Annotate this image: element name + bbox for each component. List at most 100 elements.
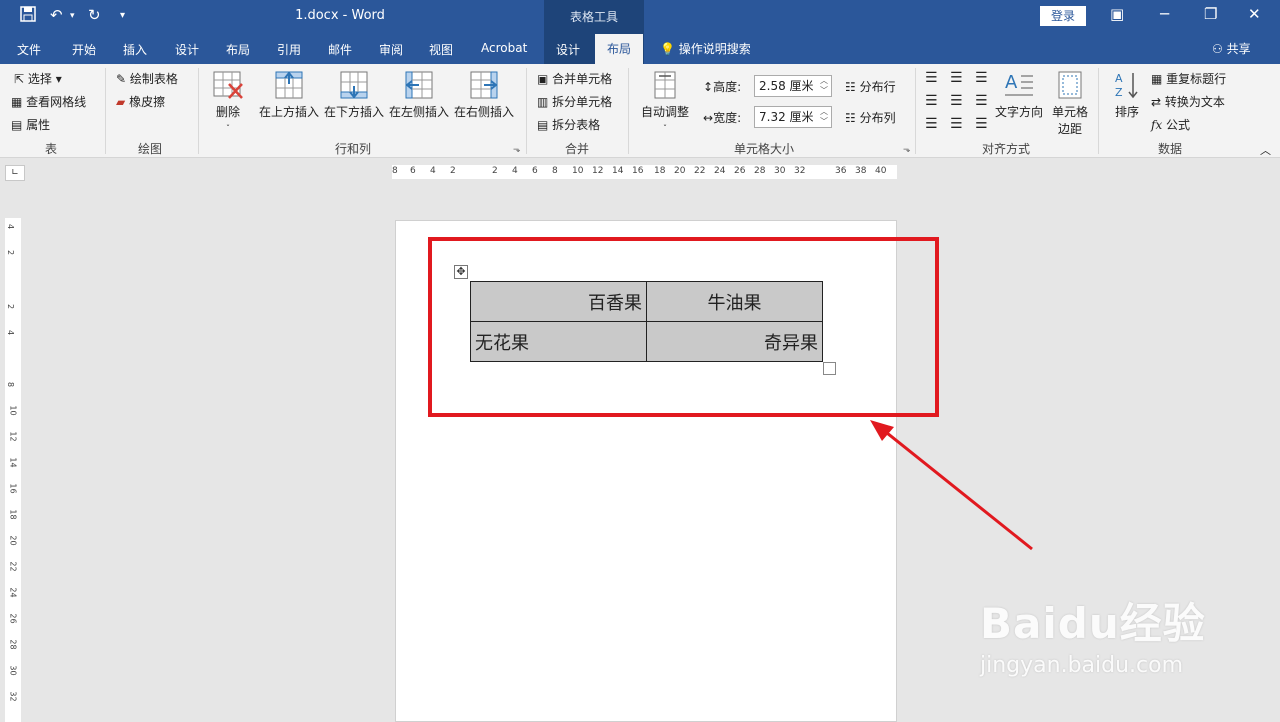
distribute-rows-button[interactable]: ☷ 分布行 <box>845 78 896 95</box>
ruler-tick-label: 40 <box>875 166 887 176</box>
chevron-down-icon: ˇ <box>663 124 667 133</box>
align-top-left-icon[interactable]: ☰ <box>925 70 938 86</box>
split-table-button[interactable]: ▤ 拆分表格 <box>537 116 600 133</box>
ruler-tick-label: 10 <box>572 166 584 176</box>
column-width-icon: ↔ <box>703 111 714 125</box>
ruler-tick-label: 8 <box>392 166 398 176</box>
split-cells-button[interactable]: ▥ 拆分单元格 <box>537 93 612 110</box>
tab-acrobat[interactable]: Acrobat <box>481 41 527 55</box>
align-bottom-right-icon[interactable]: ☰ <box>975 116 988 132</box>
cell-margins-button[interactable]: 单元格 边距 <box>1048 70 1092 137</box>
row-height-spinner[interactable]: 2.58 厘米 ︿ ﹀ <box>754 75 832 97</box>
repeat-header-icon: ▦ <box>1151 72 1163 86</box>
spinner-arrows-icon[interactable]: ︿ ﹀ <box>820 76 828 96</box>
horizontal-ruler[interactable]: 8 6 4 2 2 4 6 8 10 12 14 16 18 20 22 24 26 28 30 32 36 38 40 <box>392 165 897 179</box>
ruler-tick-label: 6 <box>410 166 416 176</box>
ruler-tick-label: 10 <box>8 405 18 416</box>
insert-left-icon <box>405 71 433 99</box>
sort-button[interactable]: AZ 排序 <box>1108 70 1146 120</box>
tab-home[interactable]: 开始 <box>72 41 96 58</box>
autofit-button[interactable]: 自动调整 ˇ <box>638 70 692 134</box>
ruler-tick-label: 26 <box>8 613 18 624</box>
split-table-icon: ▤ <box>537 118 549 132</box>
vertical-ruler[interactable]: 4 2 2 4 8 10 12 14 16 18 20 22 24 26 28 30 32 <box>5 218 21 722</box>
tab-file[interactable]: 文件 <box>17 41 41 58</box>
ruler-tick-label: 18 <box>8 509 18 520</box>
tab-selector[interactable]: ∟ <box>5 165 25 181</box>
view-gridlines-button[interactable]: ▦ 查看网格线 <box>11 93 86 110</box>
distribute-columns-icon: ☷ <box>845 111 856 125</box>
tab-table-design[interactable]: 设计 <box>556 41 580 58</box>
login-button[interactable]: 登录 <box>1040 6 1086 26</box>
align-top-center-icon[interactable]: ☰ <box>950 70 963 86</box>
ruler-tick-label: 20 <box>674 166 686 176</box>
repeat-header-rows-button[interactable]: ▦ 重复标题行 <box>1151 70 1226 87</box>
tab-insert[interactable]: 插入 <box>123 41 147 58</box>
draw-table-button[interactable]: ✎ 绘制表格 <box>116 70 178 87</box>
text-direction-icon: A <box>1005 72 1033 96</box>
tab-design[interactable]: 设计 <box>175 41 199 58</box>
row-height-label: ↕高度: <box>703 80 742 94</box>
align-middle-left-icon[interactable]: ☰ <box>925 93 938 109</box>
align-middle-center-icon[interactable]: ☰ <box>950 93 963 109</box>
properties-button[interactable]: ▤ 属性 <box>11 116 50 133</box>
tell-me-search[interactable]: 💡 操作说明搜索 <box>660 40 751 57</box>
delete-table-icon <box>213 71 243 99</box>
insert-right-button[interactable]: 在右侧插入 <box>453 70 515 120</box>
dialog-launcher-icon[interactable]: ⬎ <box>513 145 521 155</box>
collapse-ribbon-icon[interactable]: ︿ <box>1260 142 1271 158</box>
ruler-tick-label: 32 <box>794 166 806 176</box>
align-top-right-icon[interactable]: ☰ <box>975 70 988 86</box>
eraser-button[interactable]: ▰ 橡皮擦 <box>116 93 165 110</box>
tab-table-layout[interactable]: 布局 <box>595 34 644 64</box>
align-bottom-center-icon[interactable]: ☰ <box>950 116 963 132</box>
column-width-spinner[interactable]: 7.32 厘米 ︿ ﹀ <box>754 106 832 128</box>
watermark-url: jingyan.baidu.com <box>980 653 1184 678</box>
text-direction-button[interactable]: A 文字方向 <box>993 70 1045 120</box>
spinner-arrows-icon[interactable]: ︿ ﹀ <box>820 107 828 127</box>
cell-margins-icon <box>1058 71 1082 99</box>
ribbon-display-options-icon[interactable]: ▣ <box>1110 5 1124 23</box>
ruler-tick-label: 12 <box>592 166 604 176</box>
close-icon[interactable]: ✕ <box>1248 5 1261 23</box>
insert-below-button[interactable]: 在下方插入 <box>323 70 385 120</box>
tab-view[interactable]: 视图 <box>429 41 453 58</box>
tab-layout[interactable]: 布局 <box>226 41 250 58</box>
ruler-tick-label: 30 <box>774 166 786 176</box>
ribbon-separator <box>105 68 106 154</box>
autofit-icon <box>654 71 676 99</box>
align-middle-right-icon[interactable]: ☰ <box>975 93 988 109</box>
tab-review[interactable]: 审阅 <box>379 41 403 58</box>
insert-above-icon <box>275 71 303 99</box>
delete-button[interactable]: 删除 ˇ <box>208 70 248 134</box>
distribute-columns-button[interactable]: ☷ 分布列 <box>845 109 896 126</box>
ribbon-separator <box>526 68 527 154</box>
select-button[interactable]: ⇱ 选择 ▾ <box>14 70 62 87</box>
ruler-tick-label: 8 <box>552 166 558 176</box>
share-button[interactable]: ⚇ 共享 <box>1212 40 1251 57</box>
group-label-table: 表 <box>45 142 58 156</box>
merge-cells-button[interactable]: ▣ 合并单元格 <box>537 70 612 87</box>
ruler-tick-label: 2 <box>6 249 16 256</box>
ruler-tick-label: 24 <box>714 166 726 176</box>
ruler-tick-label: 22 <box>694 166 706 176</box>
convert-to-text-button[interactable]: ⇄ 转换为文本 <box>1151 93 1225 110</box>
ruler-tick-label: 26 <box>734 166 746 176</box>
group-label-draw: 绘图 <box>138 142 163 156</box>
group-label-cell-size: 单元格大小 <box>734 142 795 156</box>
insert-left-button[interactable]: 在左侧插入 <box>388 70 450 120</box>
insert-above-button[interactable]: 在上方插入 <box>258 70 320 120</box>
restore-icon[interactable]: ❐ <box>1204 5 1217 23</box>
svg-text:Z: Z <box>1115 86 1123 99</box>
tab-references[interactable]: 引用 <box>277 41 301 58</box>
formula-button[interactable]: fx 公式 <box>1151 116 1190 133</box>
minimize-icon[interactable]: ─ <box>1160 5 1169 23</box>
ruler-tick-label: 32 <box>8 691 18 702</box>
distribute-rows-icon: ☷ <box>845 80 856 94</box>
align-bottom-left-icon[interactable]: ☰ <box>925 116 938 132</box>
dialog-launcher-icon[interactable]: ⬎ <box>903 145 911 155</box>
watermark-logo-text: Baidu经验 <box>980 599 1206 648</box>
annotation-arrow <box>870 420 1033 551</box>
highlight-box <box>428 237 939 417</box>
tab-mailings[interactable]: 邮件 <box>328 41 352 58</box>
